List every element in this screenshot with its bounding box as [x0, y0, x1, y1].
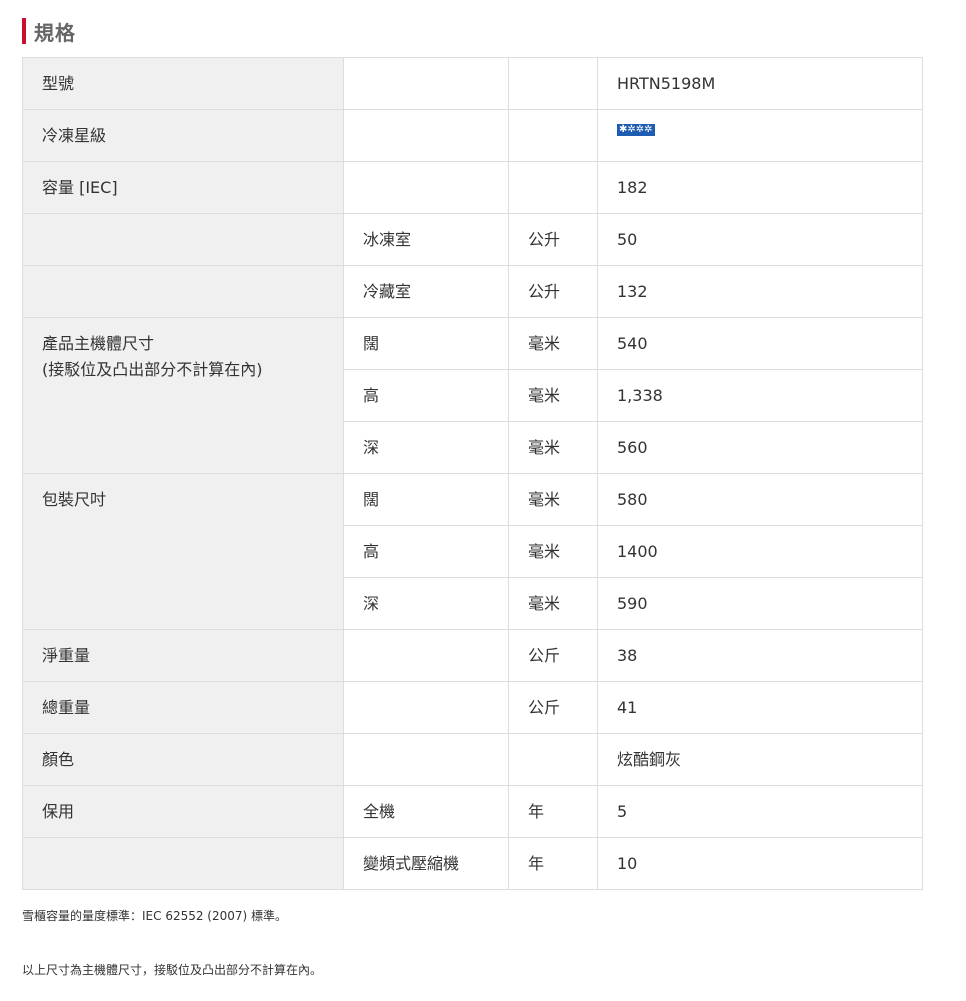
- spec-unit: 公升: [508, 213, 598, 266]
- spec-label: [22, 213, 344, 266]
- spec-sub: [343, 161, 509, 214]
- heading-accent-bar: [22, 18, 26, 44]
- specifications-table: 型號 HRTN5198M 冷凍星級 ✱✲✲✲ 容量 [IEC] 182 冰凍室 …: [22, 57, 923, 890]
- spec-unit: 公斤: [508, 681, 598, 734]
- spec-value: 560: [597, 421, 923, 474]
- spec-label: [22, 265, 344, 318]
- spec-unit: 毫米: [508, 525, 598, 578]
- table-row: 產品主機體尺寸 (接駁位及凸出部分不計算在內) 闊 毫米 540: [22, 317, 923, 474]
- spec-unit: [508, 109, 598, 162]
- spec-label: [22, 837, 344, 890]
- table-row: 冷藏室 公升 132: [22, 265, 923, 318]
- spec-unit: 毫米: [508, 473, 598, 526]
- spec-unit: 公升: [508, 265, 598, 318]
- table-row: 容量 [IEC] 182: [22, 161, 923, 214]
- spec-label: 產品主機體尺寸 (接駁位及凸出部分不計算在內): [22, 317, 344, 474]
- spec-label: 型號: [22, 57, 344, 110]
- spec-unit: 毫米: [508, 577, 598, 630]
- table-row: 包裝尺吋 闊 毫米 580: [22, 473, 923, 630]
- spec-value: 38: [597, 629, 923, 682]
- spec-sub: [343, 629, 509, 682]
- spec-value: 50: [597, 213, 923, 266]
- spec-sub: 高: [343, 525, 509, 578]
- table-row: 保用 全機 年 5: [22, 785, 923, 838]
- spec-sub: 深: [343, 421, 509, 474]
- table-row: 冰凍室 公升 50: [22, 213, 923, 266]
- spec-sub: [343, 733, 509, 786]
- table-row: 冷凍星級 ✱✲✲✲: [22, 109, 923, 162]
- capacity-standard-note: 雪櫃容量的量度標準：IEC 62552 (2007) 標準。: [22, 909, 288, 923]
- spec-unit: 毫米: [508, 317, 598, 370]
- spec-value: 41: [597, 681, 923, 734]
- table-row: 變頻式壓縮機 年 10: [22, 837, 923, 890]
- table-row: 顏色 炫酷鋼灰: [22, 733, 923, 786]
- spec-value: 590: [597, 577, 923, 630]
- table-row: 型號 HRTN5198M: [22, 57, 923, 110]
- spec-label: 容量 [IEC]: [22, 161, 344, 214]
- spec-sub: 變頻式壓縮機: [343, 837, 509, 890]
- spec-sub: 闊: [343, 473, 509, 526]
- spec-unit: 毫米: [508, 369, 598, 422]
- spec-unit: [508, 733, 598, 786]
- spec-sub: 全機: [343, 785, 509, 838]
- spec-value: 10: [597, 837, 923, 890]
- spec-value: 炫酷鋼灰: [597, 733, 923, 786]
- spec-label: 保用: [22, 785, 344, 838]
- spec-unit: 年: [508, 785, 598, 838]
- dimension-note: 以上尺寸為主機體尺寸，接駁位及凸出部分不計算在內。: [22, 963, 323, 977]
- spec-unit: [508, 161, 598, 214]
- spec-label: 包裝尺吋: [22, 473, 344, 630]
- table-row: 總重量 公斤 41: [22, 681, 923, 734]
- spec-sub: 冰凍室: [343, 213, 509, 266]
- spec-sub: [343, 57, 509, 110]
- spec-unit: [508, 57, 598, 110]
- spec-label: 冷凍星級: [22, 109, 344, 162]
- spec-unit: 年: [508, 837, 598, 890]
- table-row: 淨重量 公斤 38: [22, 629, 923, 682]
- spec-sub: 闊: [343, 317, 509, 370]
- spec-label: 淨重量: [22, 629, 344, 682]
- spec-value: 1,338: [597, 369, 923, 422]
- spec-unit: 毫米: [508, 421, 598, 474]
- spec-value: 580: [597, 473, 923, 526]
- section-heading: 規格: [22, 18, 76, 45]
- spec-value: 5: [597, 785, 923, 838]
- spec-label: 顏色: [22, 733, 344, 786]
- freezer-star-rating-icon: ✱✲✲✲: [617, 124, 655, 136]
- spec-value: HRTN5198M: [597, 57, 923, 110]
- spec-label: 總重量: [22, 681, 344, 734]
- spec-value: ✱✲✲✲: [597, 109, 923, 162]
- spec-value: 182: [597, 161, 923, 214]
- spec-unit: 公斤: [508, 629, 598, 682]
- spec-sub: [343, 681, 509, 734]
- section-title: 規格: [34, 20, 76, 45]
- spec-value: 1400: [597, 525, 923, 578]
- spec-sub: 深: [343, 577, 509, 630]
- spec-value: 132: [597, 265, 923, 318]
- spec-sub: 高: [343, 369, 509, 422]
- spec-value: 540: [597, 317, 923, 370]
- spec-sub: [343, 109, 509, 162]
- spec-sub: 冷藏室: [343, 265, 509, 318]
